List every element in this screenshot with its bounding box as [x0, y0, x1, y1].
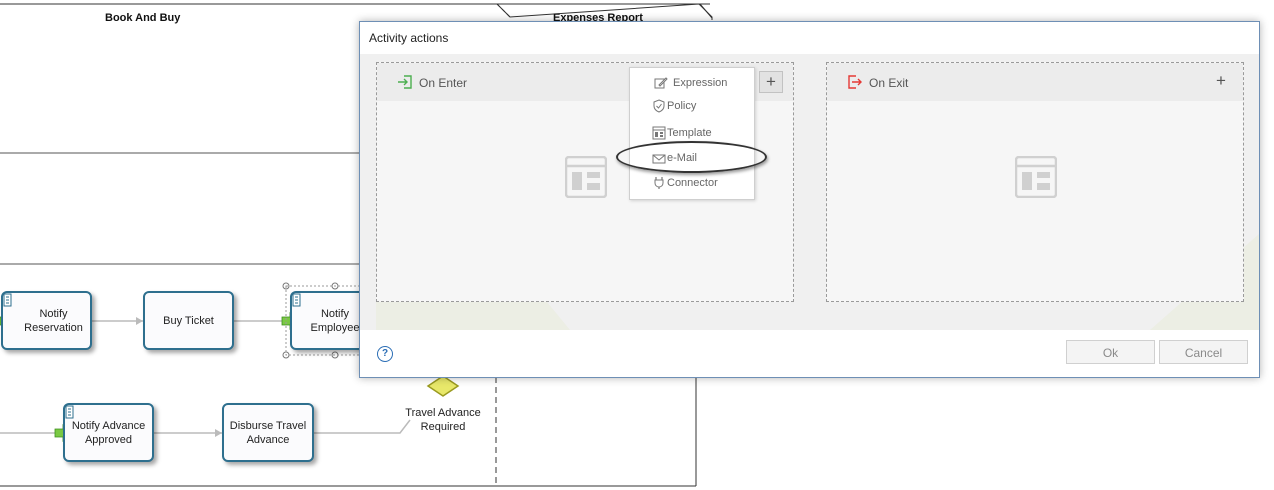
task-label: Notify Advance Approved — [71, 419, 146, 446]
add-action-menu: Expression Policy Template e-Mail Connec… — [629, 67, 755, 200]
menu-item-connector[interactable]: Connector — [630, 172, 754, 194]
help-icon[interactable]: ? — [377, 346, 393, 362]
form-placeholder-icon — [565, 156, 607, 198]
on-exit-panel: On Exit + — [826, 62, 1244, 302]
task-notify-employee[interactable]: Notify Employee — [290, 291, 370, 350]
dialog-footer: ? Ok Cancel — [360, 330, 1259, 377]
task-disburse-travel-advance[interactable]: Disburse Travel Advance — [222, 403, 314, 462]
template-icon — [652, 126, 666, 140]
on-exit-header: On Exit + — [827, 63, 1243, 101]
exit-icon — [848, 75, 862, 89]
menu-item-template[interactable]: Template — [630, 121, 754, 143]
menu-item-label: Connector — [667, 177, 718, 189]
gateway-label: Travel Advance Required — [405, 407, 481, 433]
task-buy-ticket[interactable]: Buy Ticket — [143, 291, 234, 350]
menu-item-policy[interactable]: Policy — [630, 95, 754, 117]
menu-item-label: Template — [667, 127, 712, 139]
task-label: Notify Reservation — [24, 307, 83, 334]
expression-icon — [654, 77, 668, 89]
task-notify-advance-approved[interactable]: Notify Advance Approved — [63, 403, 154, 462]
mail-icon — [652, 154, 666, 164]
dialog-body: On Enter + On Exit + — [360, 54, 1259, 330]
script-icon — [292, 293, 301, 307]
connector-icon — [654, 177, 664, 189]
task-label: Disburse Travel Advance — [229, 419, 307, 446]
on-enter-title: On Enter — [419, 76, 468, 90]
script-icon — [65, 405, 74, 419]
script-icon — [3, 293, 12, 307]
enter-icon — [398, 75, 412, 89]
menu-item-email[interactable]: e-Mail — [630, 147, 754, 169]
form-placeholder-icon — [1015, 156, 1057, 198]
task-notify-reservation[interactable]: Notify Reservation — [1, 291, 92, 350]
add-exit-action-button[interactable]: + — [1209, 71, 1233, 93]
lane-title-book-and-buy: Book And Buy — [105, 12, 181, 24]
menu-item-expression[interactable]: Expression — [630, 72, 754, 94]
cancel-button[interactable]: Cancel — [1159, 340, 1248, 364]
dialog-title: Activity actions — [369, 31, 449, 45]
menu-item-label: Policy — [667, 100, 697, 112]
add-enter-action-button[interactable]: + — [759, 71, 783, 93]
ok-button[interactable]: Ok — [1066, 340, 1155, 364]
policy-icon — [653, 99, 665, 113]
task-label: Buy Ticket — [163, 314, 214, 327]
task-label: Notify Employee — [310, 307, 360, 334]
on-exit-title: On Exit — [869, 76, 909, 90]
menu-item-label: Expression — [673, 77, 728, 89]
activity-actions-dialog: Activity actions On Enter + On Exit + ? … — [359, 21, 1260, 378]
menu-item-label: e-Mail — [667, 152, 697, 164]
